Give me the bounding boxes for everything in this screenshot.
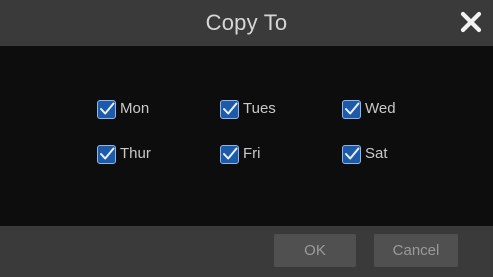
- ok-button[interactable]: OK: [274, 234, 356, 267]
- days-panel: Mon Tues Wed Thur Fri Sat: [7, 46, 486, 226]
- copy-to-dialog: Copy To Mon Tues Wed Thur Fri Sat OK Can…: [0, 0, 493, 277]
- day-checkbox-thur[interactable]: Thur: [97, 143, 151, 165]
- day-checkbox-wed[interactable]: Wed: [342, 98, 396, 120]
- day-label: Thur: [120, 145, 151, 162]
- cancel-button[interactable]: Cancel: [374, 234, 458, 267]
- checkbox-checked-icon[interactable]: [220, 99, 239, 119]
- day-label: Mon: [120, 100, 150, 117]
- day-label: Sat: [365, 145, 388, 162]
- day-checkbox-fri[interactable]: Fri: [220, 143, 261, 165]
- day-label: Wed: [365, 100, 396, 117]
- day-checkbox-tues[interactable]: Tues: [220, 98, 276, 120]
- checkbox-checked-icon[interactable]: [97, 99, 116, 119]
- day-checkbox-sat[interactable]: Sat: [342, 143, 388, 165]
- day-label: Fri: [243, 145, 261, 162]
- checkbox-checked-icon[interactable]: [342, 99, 361, 119]
- dialog-titlebar: Copy To: [0, 0, 493, 46]
- day-checkbox-mon[interactable]: Mon: [97, 98, 149, 120]
- checkbox-checked-icon[interactable]: [220, 144, 239, 164]
- dialog-footer: OK Cancel: [0, 226, 493, 277]
- checkbox-checked-icon[interactable]: [342, 144, 361, 164]
- checkbox-checked-icon[interactable]: [97, 144, 116, 164]
- dialog-title: Copy To: [205, 10, 288, 35]
- day-label: Tues: [243, 100, 276, 117]
- close-icon[interactable]: [457, 8, 485, 36]
